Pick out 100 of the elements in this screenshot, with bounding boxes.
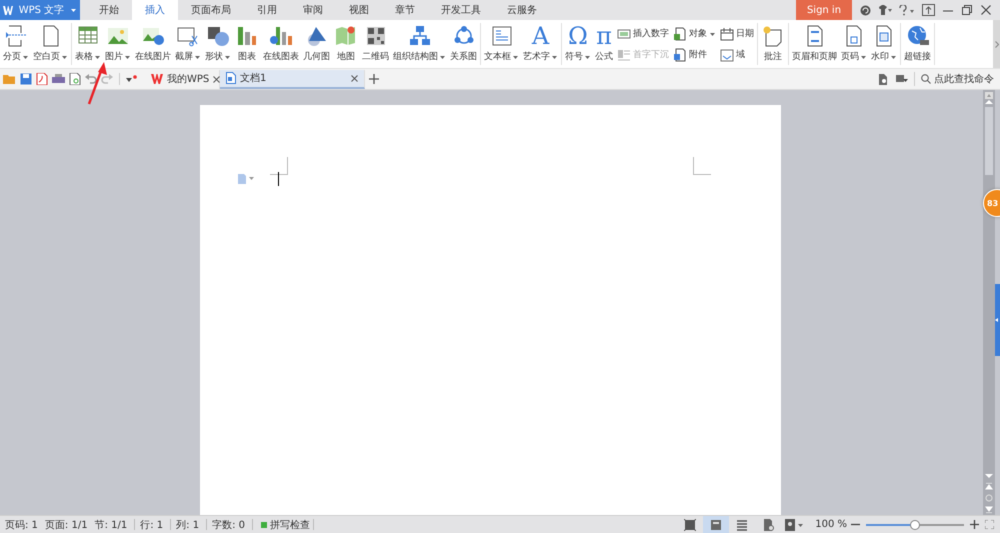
shapes-icon (206, 24, 230, 48)
spell-check-button[interactable]: 拼写检查 (258, 518, 313, 532)
scroll-down-icon[interactable] (985, 474, 993, 479)
ribbon-tab[interactable]: 审阅 (290, 0, 336, 20)
ribbon-button[interactable]: 图片 (103, 23, 133, 65)
ribbon-button[interactable]: 截屏 (173, 23, 203, 65)
caret-icon (890, 54, 897, 60)
zoom-thumb[interactable] (910, 520, 920, 530)
ribbon-tab[interactable]: 视图 (336, 0, 382, 20)
ribbon-button[interactable]: 形状 (203, 23, 233, 65)
next-page-icon[interactable] (985, 506, 993, 513)
org-chart-icon (408, 24, 432, 48)
ribbon-tab[interactable]: 插入 (132, 0, 178, 20)
caret-icon (94, 54, 101, 60)
save-icon[interactable] (20, 73, 32, 85)
text-box-icon (490, 24, 514, 48)
ribbon-button[interactable]: 插入数字 (616, 26, 670, 42)
wps-logo-icon (151, 74, 163, 84)
margin-corner-mark (693, 157, 711, 175)
caret-icon (61, 54, 68, 60)
object-icon (673, 26, 687, 40)
new-tab-icon[interactable] (369, 74, 379, 84)
close-icon[interactable] (980, 4, 992, 16)
arrow-left-icon (995, 318, 998, 322)
ribbon-button[interactable]: 水印 (869, 23, 899, 65)
ribbon-tab[interactable]: 引用 (244, 0, 290, 20)
caret-icon (22, 54, 29, 60)
ribbon-button[interactable]: 分页 (1, 23, 31, 65)
refresh-doc-icon[interactable] (878, 74, 888, 84)
caret-icon (584, 54, 591, 60)
close-icon[interactable] (351, 74, 358, 82)
document-tab[interactable]: 文档1 (220, 70, 365, 88)
attachment-icon (673, 48, 687, 62)
status-text: 行: 1 (140, 518, 164, 532)
caret-icon (70, 7, 77, 13)
ribbon-button[interactable]: 几何图 (301, 23, 332, 65)
ribbon-button[interactable]: 空白页 (31, 23, 70, 65)
caret-icon (551, 54, 558, 60)
fit-window-icon[interactable] (985, 520, 994, 529)
print-icon[interactable] (52, 73, 65, 85)
annotation-arrow (86, 61, 110, 105)
ribbon-button[interactable]: 页码 (839, 23, 869, 65)
scroll-up-icon[interactable] (985, 99, 993, 104)
ribbon-button[interactable]: 日期 (719, 26, 755, 42)
ribbon-button[interactable]: 超链接 (902, 23, 933, 65)
ribbon-button[interactable]: Ω 符号 (563, 23, 593, 65)
ribbon-tab[interactable]: 开发工具 (428, 0, 494, 20)
map-icon (334, 24, 358, 48)
ribbon-button[interactable]: 表格 (73, 23, 103, 65)
pdf-icon[interactable] (36, 73, 48, 85)
globe-icon (906, 24, 930, 48)
ribbon-button[interactable]: 图表 (233, 23, 261, 65)
circle-arrow-icon[interactable] (860, 4, 871, 16)
pin-window-icon[interactable] (922, 4, 935, 16)
ribbon-button[interactable]: 在线图片 (133, 23, 173, 65)
symbol-glyph: Ω (568, 24, 588, 48)
command-search-field[interactable]: 点此查找命令 (914, 72, 1000, 86)
ribbon-tab[interactable]: 章节 (382, 0, 428, 20)
bar-chart-icon (235, 24, 259, 48)
undo-icon[interactable] (85, 73, 97, 85)
zoom-in-icon[interactable] (970, 520, 979, 529)
scroll-thumb[interactable] (985, 107, 993, 175)
caret-icon (194, 54, 201, 60)
shirt-icon[interactable] (878, 5, 892, 15)
ribbon-button[interactable]: 批注 (759, 23, 787, 65)
ribbon-tab[interactable]: 开始 (86, 0, 132, 20)
app-menu-button[interactable]: WPS 文字 (0, 0, 80, 20)
ribbon-button[interactable]: 关系图 (448, 23, 479, 65)
ribbon-tab[interactable]: 云服务 (494, 0, 550, 20)
ribbon-button[interactable]: 地图 (332, 23, 360, 65)
ribbon-button[interactable]: 域 (719, 46, 755, 62)
ribbon-button[interactable]: 二维码 (360, 23, 391, 65)
ribbon-tab[interactable]: 页面布局 (178, 0, 244, 20)
ribbon-button[interactable]: π 公式 (593, 23, 615, 65)
ribbon-button[interactable]: 文本框 (482, 23, 521, 65)
symbol-glyph: π (596, 24, 612, 48)
status-text: 节: 1/1 (94, 518, 128, 532)
previous-page-icon[interactable] (985, 483, 993, 490)
ribbon-button[interactable]: 在线图表 (261, 23, 301, 65)
caret-icon (224, 54, 231, 60)
close-icon[interactable] (213, 76, 220, 82)
dropdown-list-icon[interactable] (896, 74, 908, 84)
reading-view-icon (784, 518, 797, 530)
restore-icon[interactable] (961, 4, 973, 16)
caret-icon (249, 177, 254, 181)
redo-icon[interactable] (101, 73, 113, 85)
customize-icon[interactable] (126, 75, 137, 83)
online-chart-icon (269, 24, 293, 48)
ribbon-button[interactable]: A 艺术字 (521, 23, 560, 65)
zoom-level: 100 % (815, 519, 847, 530)
ribbon-button[interactable]: 对象 (672, 26, 717, 42)
view-button[interactable] (703, 516, 730, 533)
print-preview-icon[interactable] (69, 73, 81, 85)
caret-icon (796, 522, 804, 528)
drop-cap-icon (617, 48, 631, 62)
ribbon-button[interactable]: 附件 (672, 46, 717, 62)
help-icon[interactable] (899, 4, 915, 16)
ribbon-button[interactable]: 组织结构图 (391, 23, 448, 65)
ribbon-button[interactable]: 页眉和页脚 (790, 23, 839, 65)
full-screen-icon (684, 518, 696, 530)
